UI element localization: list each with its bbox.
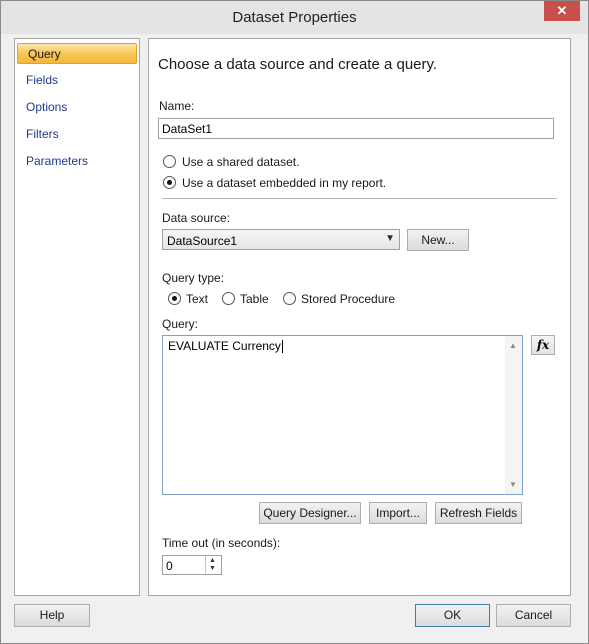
query-label: Query: <box>162 317 199 331</box>
timeout-stepper[interactable]: 0 ▲ ▼ <box>162 555 222 575</box>
cancel-button[interactable]: Cancel <box>496 604 571 627</box>
sidebar-item-query[interactable]: Query <box>17 43 137 64</box>
expression-fx-button[interactable]: fx <box>531 335 555 355</box>
radio-query-type-text[interactable] <box>168 292 181 305</box>
sidebar: Query Fields Options Filters Parameters <box>14 38 140 596</box>
sidebar-item-filters[interactable]: Filters <box>26 124 59 145</box>
radio-embedded-dataset[interactable] <box>163 176 176 189</box>
query-type-label: Query type: <box>162 271 225 285</box>
name-input[interactable]: DataSet1 <box>158 118 554 139</box>
import-button[interactable]: Import... <box>369 502 427 524</box>
dataset-properties-dialog: Dataset Properties ✕ Query Fields Option… <box>0 0 589 644</box>
query-type-text-label: Text <box>186 292 209 306</box>
timeout-label: Time out (in seconds): <box>162 536 281 550</box>
help-button[interactable]: Help <box>14 604 90 627</box>
query-type-sp-label: Stored Procedure <box>301 292 396 306</box>
divider <box>162 198 557 199</box>
chevron-down-icon: ▼ <box>385 233 395 244</box>
stepper-buttons[interactable]: ▲ ▼ <box>205 556 221 574</box>
query-designer-button[interactable]: Query Designer... <box>259 502 361 524</box>
page-title: Choose a data source and create a query. <box>158 56 438 73</box>
title-bar: Dataset Properties ✕ <box>1 1 588 34</box>
radio-shared-label: Use a shared dataset. <box>182 155 300 169</box>
window-title: Dataset Properties <box>232 9 357 26</box>
radio-shared-dataset[interactable] <box>163 155 176 168</box>
data-source-label: Data source: <box>162 211 231 225</box>
radio-embedded-label: Use a dataset embedded in my report. <box>182 176 387 190</box>
query-scrollbar[interactable]: ▲ ▼ <box>505 336 522 494</box>
scroll-up-icon[interactable]: ▲ <box>509 341 517 350</box>
close-button[interactable]: ✕ <box>544 1 580 21</box>
query-panel: Choose a data source and create a query.… <box>148 38 571 596</box>
radio-query-type-table[interactable] <box>222 292 235 305</box>
name-label: Name: <box>159 99 195 113</box>
scroll-down-icon[interactable]: ▼ <box>509 480 517 489</box>
data-source-value: DataSource1 <box>167 234 238 248</box>
sidebar-item-parameters[interactable]: Parameters <box>26 151 88 172</box>
new-data-source-button[interactable]: New... <box>407 229 469 251</box>
radio-query-type-stored-procedure[interactable] <box>283 292 296 305</box>
query-type-table-label: Table <box>240 292 269 306</box>
sidebar-item-fields[interactable]: Fields <box>26 70 58 91</box>
stepper-down-icon[interactable]: ▼ <box>209 565 216 572</box>
sidebar-item-options[interactable]: Options <box>26 97 67 118</box>
query-text-content: EVALUATE Currency <box>168 339 283 354</box>
stepper-up-icon[interactable]: ▲ <box>209 557 216 564</box>
ok-button[interactable]: OK <box>415 604 490 627</box>
query-textarea[interactable]: EVALUATE Currency ▲ ▼ <box>162 335 523 495</box>
data-source-select[interactable]: DataSource1 ▼ <box>162 229 400 250</box>
refresh-fields-button[interactable]: Refresh Fields <box>435 502 522 524</box>
timeout-value: 0 <box>166 559 173 573</box>
